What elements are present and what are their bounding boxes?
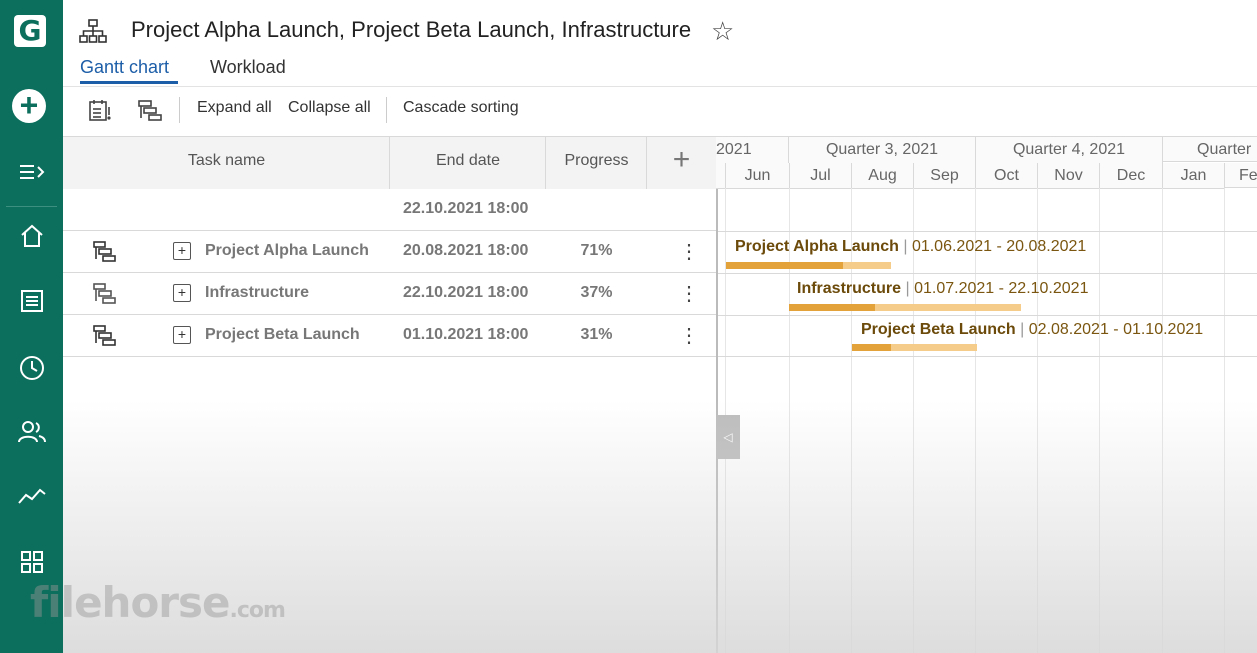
row-gridline	[718, 315, 1257, 316]
collapse-grid-handle[interactable]: ◁	[716, 415, 740, 459]
task-progress[interactable]: 37%	[546, 284, 647, 302]
table-row[interactable]: + Infrastructure 22.10.2021 18:00 37% ⋮	[63, 273, 716, 315]
collapse-all-button[interactable]: Collapse all	[288, 99, 371, 117]
cascade-sorting-button[interactable]: Cascade sorting	[403, 99, 519, 117]
table-row[interactable]: + Project Beta Launch 01.10.2021 18:00 3…	[63, 315, 716, 357]
watermark-logo: filehorse.com	[30, 578, 286, 627]
quarter-header: Quarter 4, 2021	[976, 136, 1163, 164]
row-gridline	[718, 231, 1257, 232]
quarter-header: Quarter	[1163, 136, 1257, 162]
row-menu-icon[interactable]: ⋮	[679, 239, 699, 264]
list-icon[interactable]	[0, 279, 63, 323]
month-header: Jul	[790, 163, 852, 189]
task-progress[interactable]: 71%	[546, 242, 647, 260]
add-column-button[interactable]: +	[647, 143, 716, 177]
month-header: Sep	[914, 163, 976, 189]
month-header: Jan	[1163, 163, 1225, 189]
gantt-timeline: 2021 Quarter 3, 2021 Quarter 4, 2021 Qua…	[716, 136, 1257, 653]
row-gridline	[718, 356, 1257, 357]
project-gantt-icon	[93, 325, 116, 346]
create-button[interactable]: +	[12, 89, 46, 123]
tab-workload[interactable]: Workload	[210, 57, 286, 78]
month-gridline	[913, 188, 914, 653]
sidebar: G +	[0, 0, 63, 653]
column-header-progress[interactable]: Progress	[546, 152, 647, 170]
gantt-bar-progress-alpha	[726, 262, 843, 269]
gantt-bar-progress-infrastructure	[789, 304, 875, 311]
toolbar: Expand all Collapse all Cascade sorting	[63, 87, 1257, 133]
row-gridline	[718, 273, 1257, 274]
month-header: Nov	[1038, 163, 1100, 189]
task-end-date[interactable]: 22.10.2021 18:00	[403, 284, 528, 302]
page-title: Project Alpha Launch, Project Beta Launc…	[131, 17, 692, 42]
favorite-star-icon[interactable]: ☆	[711, 16, 734, 47]
people-icon[interactable]	[0, 410, 63, 454]
task-name[interactable]: Infrastructure	[205, 284, 309, 302]
task-progress[interactable]: 31%	[546, 326, 647, 344]
month-gridline	[1037, 188, 1038, 653]
row-menu-icon[interactable]: ⋮	[679, 281, 699, 306]
analytics-icon[interactable]	[0, 474, 63, 518]
project-gantt-icon	[93, 241, 116, 262]
quarter-header: Quarter 3, 2021	[789, 136, 976, 164]
column-header-task-name[interactable]: Task name	[63, 152, 390, 170]
toolbar-separator	[179, 97, 180, 123]
summary-row: 22.10.2021 18:00	[63, 189, 716, 231]
summary-end-date: 22.10.2021 18:00	[403, 200, 529, 217]
month-header-edge	[716, 163, 726, 189]
table-row[interactable]: + Project Alpha Launch 20.08.2021 18:00 …	[63, 231, 716, 273]
row-menu-icon[interactable]: ⋮	[679, 323, 699, 348]
month-gridline	[789, 188, 790, 653]
expand-menu-icon[interactable]	[0, 150, 63, 194]
project-hierarchy-icon	[79, 19, 107, 43]
month-gridline	[975, 188, 976, 653]
expand-row-button[interactable]: +	[173, 242, 191, 260]
project-gantt-icon	[93, 283, 116, 304]
gantt-bar-label: Project Alpha Launch | 01.06.2021 - 20.0…	[735, 238, 1087, 255]
task-end-date[interactable]: 01.10.2021 18:00	[403, 326, 528, 344]
month-header: Oct	[976, 163, 1038, 189]
tab-gantt-chart[interactable]: Gantt chart	[80, 57, 169, 78]
expand-row-button[interactable]: +	[173, 284, 191, 302]
active-tab-indicator	[80, 81, 178, 84]
task-name[interactable]: Project Alpha Launch	[205, 242, 369, 260]
task-name[interactable]: Project Beta Launch	[205, 326, 360, 344]
gantt-bar-progress-beta	[852, 344, 891, 351]
expand-row-button[interactable]: +	[173, 326, 191, 344]
task-end-date[interactable]: 20.08.2021 18:00	[403, 242, 528, 260]
gantt-bar-label: Infrastructure | 01.07.2021 - 22.10.2021	[797, 280, 1089, 297]
expand-all-button[interactable]: Expand all	[197, 99, 272, 117]
column-header-end-date[interactable]: End date	[390, 152, 546, 170]
sidebar-divider	[6, 206, 57, 207]
month-header: Fe	[1225, 163, 1257, 188]
month-gridline	[1162, 188, 1163, 653]
month-gridline	[1224, 188, 1225, 653]
month-header: Aug	[852, 163, 914, 189]
clock-icon[interactable]	[0, 346, 63, 390]
month-header: Jun	[726, 163, 790, 189]
gantt-bar-label: Project Beta Launch | 02.08.2021 - 01.10…	[861, 321, 1204, 338]
toolbar-separator	[386, 97, 387, 123]
home-icon[interactable]	[0, 214, 63, 258]
app-logo[interactable]: G	[14, 15, 46, 47]
month-header: Dec	[1100, 163, 1163, 189]
month-gridline	[1099, 188, 1100, 653]
month-gridline	[851, 188, 852, 653]
header: Project Alpha Launch, Project Beta Launc…	[63, 0, 1257, 87]
quarter-header: 2021	[716, 136, 789, 164]
gantt-view-icon[interactable]	[137, 97, 163, 123]
task-grid: Task name End date Progress + 22.10.2021…	[63, 136, 716, 653]
task-list-icon[interactable]	[87, 97, 113, 123]
